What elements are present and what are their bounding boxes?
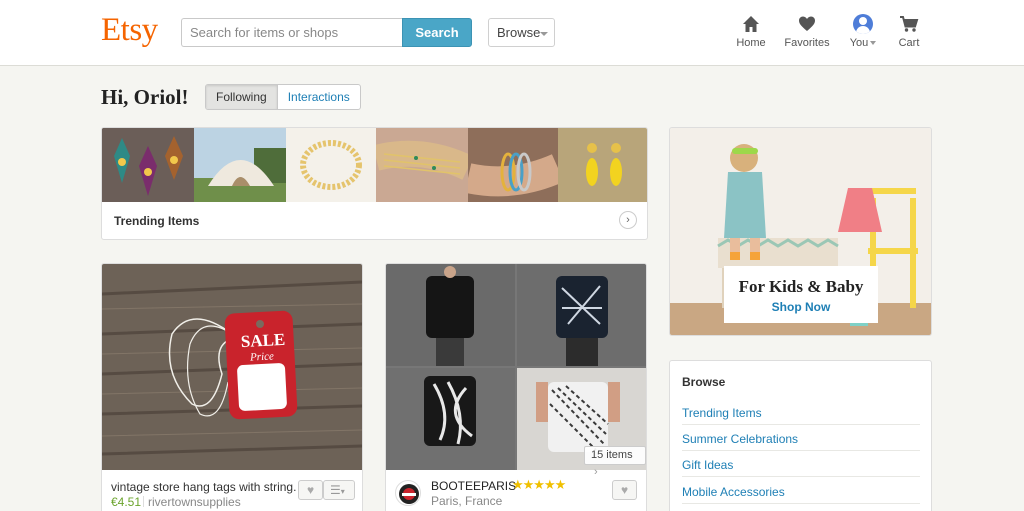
browse-dropdown[interactable]: Browse bbox=[488, 18, 555, 47]
shop-location: Paris, France bbox=[431, 494, 503, 508]
search-button[interactable]: Search bbox=[402, 18, 472, 47]
home-icon bbox=[743, 16, 759, 32]
heart-icon: ♥ bbox=[620, 483, 629, 497]
collection-image[interactable] bbox=[386, 264, 646, 470]
kids-baby-promo[interactable]: For Kids & Baby Shop Now bbox=[669, 127, 932, 336]
nav-you[interactable]: You bbox=[844, 14, 882, 49]
browse-item-trending[interactable]: Trending Items bbox=[682, 399, 920, 425]
items-count-badge[interactable]: 15 items › bbox=[584, 446, 646, 478]
chevron-right-icon: › bbox=[594, 466, 598, 478]
search-input[interactable] bbox=[181, 18, 403, 47]
browse-label: Browse bbox=[497, 25, 541, 40]
cart-icon bbox=[900, 16, 919, 32]
listing-image[interactable]: SALE Price bbox=[102, 264, 362, 470]
header: Etsy Search Browse Home Favorites You Ca… bbox=[0, 0, 1024, 66]
tag-price-text: Price bbox=[249, 350, 275, 363]
greeting: Hi, Oriol! bbox=[101, 85, 189, 109]
trending-thumb-tent[interactable] bbox=[194, 128, 286, 202]
trending-thumb-lanterns[interactable] bbox=[102, 128, 194, 202]
caret-down-icon bbox=[870, 41, 877, 46]
promo-title: For Kids & Baby bbox=[738, 277, 864, 296]
nav-home[interactable]: Home bbox=[734, 14, 768, 49]
tab-following[interactable]: Following bbox=[206, 85, 278, 109]
trending-thumb-bracelets[interactable] bbox=[376, 128, 468, 202]
items-count: 15 items bbox=[591, 449, 633, 461]
nav-home-label: Home bbox=[736, 37, 766, 49]
tag-sale-text: SALE bbox=[240, 330, 285, 351]
favorite-button[interactable]: ♥ bbox=[298, 480, 323, 500]
nav-you-label: You bbox=[849, 37, 869, 49]
trending-thumb-bangles[interactable] bbox=[468, 128, 558, 202]
nav-cart-label: Cart bbox=[898, 37, 920, 49]
caret-down-icon bbox=[540, 32, 548, 36]
collection-card[interactable]: 15 items › BOOTEEPARIS ★★★★★ Paris, Fran… bbox=[385, 263, 647, 511]
list-icon: ☰ bbox=[330, 483, 341, 497]
shop-avatar[interactable] bbox=[395, 480, 421, 506]
tab-interactions[interactable]: Interactions bbox=[278, 85, 360, 109]
browse-item-gifts[interactable]: Gift Ideas bbox=[682, 451, 920, 477]
search-bar: Search bbox=[181, 18, 472, 47]
chevron-right-icon[interactable]: › bbox=[619, 211, 637, 229]
nav-cart[interactable]: Cart bbox=[894, 14, 924, 49]
rating-stars: ★★★★★ bbox=[512, 477, 566, 492]
shop-name[interactable]: BOOTEEPARIS bbox=[431, 479, 516, 493]
favorite-button[interactable]: ♥ bbox=[612, 480, 637, 500]
listing-price: €4.51 bbox=[111, 495, 142, 509]
listing-card[interactable]: SALE Price vintage store hang tags with … bbox=[101, 263, 363, 511]
browse-item-summer[interactable]: Summer Celebrations bbox=[682, 425, 920, 451]
divider bbox=[143, 496, 144, 507]
trending-thumbnails bbox=[102, 128, 647, 202]
shop-now-link[interactable]: Shop Now bbox=[724, 300, 878, 314]
listing-shop[interactable]: rivertownsupplies bbox=[148, 495, 241, 509]
nav-favorites[interactable]: Favorites bbox=[782, 14, 832, 49]
browse-panel: Browse Trending Items Summer Celebration… bbox=[669, 360, 932, 511]
heart-icon bbox=[799, 16, 815, 31]
etsy-logo[interactable]: Etsy bbox=[101, 12, 158, 49]
listing-title[interactable]: vintage store hang tags with string... bbox=[111, 480, 296, 494]
browse-title: Browse bbox=[682, 375, 726, 389]
caret-down-icon: ▾ bbox=[340, 487, 345, 496]
trending-card[interactable]: Trending Items › bbox=[101, 127, 648, 240]
trending-label: Trending Items bbox=[114, 214, 200, 228]
trending-thumb-necklace[interactable] bbox=[286, 128, 376, 202]
promo-callout[interactable]: For Kids & Baby Shop Now bbox=[724, 266, 878, 323]
nav-favorites-label: Favorites bbox=[784, 37, 830, 49]
heart-icon: ♥ bbox=[306, 483, 315, 497]
trending-thumb-earrings[interactable] bbox=[558, 128, 647, 202]
browse-item-mobile[interactable]: Mobile Accessories bbox=[682, 478, 920, 504]
avatar bbox=[853, 14, 873, 34]
feed-toggle: Following Interactions bbox=[205, 84, 361, 110]
list-menu-button[interactable]: ☰▾ bbox=[323, 480, 355, 500]
